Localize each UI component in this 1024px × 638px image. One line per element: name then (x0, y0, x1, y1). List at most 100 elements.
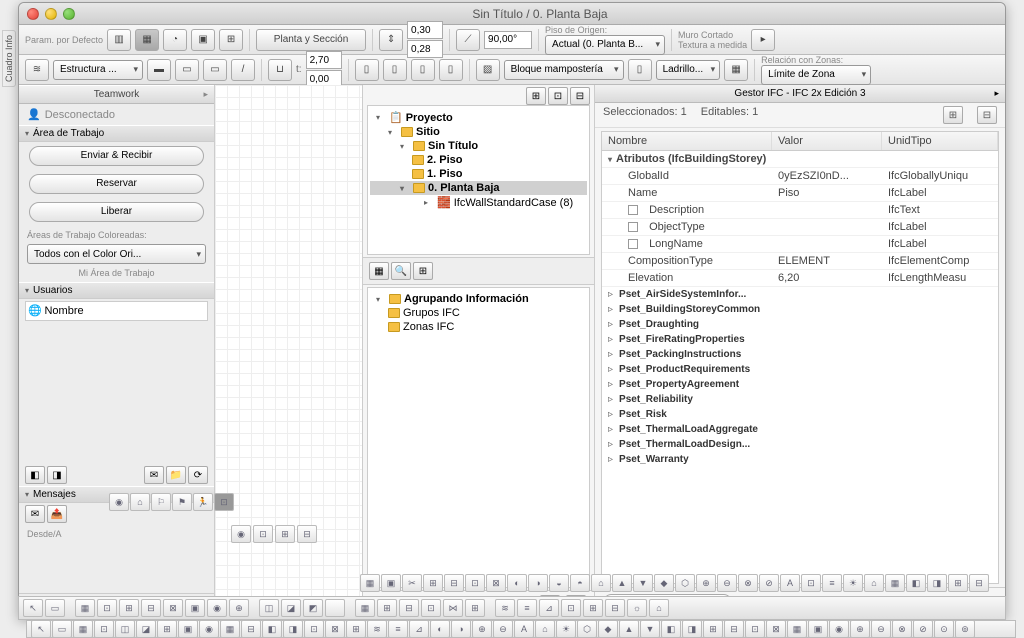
h1-icon[interactable]: ▬ (147, 59, 171, 81)
ft-c-icon[interactable]: ✂ (402, 574, 422, 592)
tree-piso2[interactable]: 2. Piso (370, 153, 587, 167)
ft-x-icon[interactable]: ☀ (843, 574, 863, 592)
b2-33-icon[interactable]: ⊟ (724, 620, 744, 638)
pset-1[interactable]: Pset_BuildingStoreyCommon (602, 302, 998, 317)
dim-top[interactable]: 0,30 (407, 21, 443, 39)
row-name[interactable]: NamePisoIfcLabel (602, 185, 998, 202)
row-objecttype[interactable]: ObjectTypeIfcLabel (602, 219, 998, 236)
block-dropdown[interactable]: Bloque mampostería (504, 60, 624, 80)
side-tab-info[interactable]: Cuadro Info (2, 30, 16, 87)
mat-icon[interactable]: ▯ (628, 59, 652, 81)
mt3-icon[interactable]: ⊟ (570, 87, 590, 105)
area-trabajo-header[interactable]: Área de Trabajo (19, 125, 214, 142)
b2-34-icon[interactable]: ⊡ (745, 620, 765, 638)
ft-u-icon[interactable]: A (780, 574, 800, 592)
b2-39-icon[interactable]: ⊕ (850, 620, 870, 638)
ft-ad-icon[interactable]: ⊟ (969, 574, 989, 592)
properties-table[interactable]: Nombre Valor UnidTipo ▾Atributos (IfcBui… (601, 131, 999, 584)
hatch-icon[interactable]: ▨ (476, 59, 500, 81)
rh1-icon[interactable]: ⊞ (943, 106, 963, 124)
v4-icon[interactable]: ⚑ (172, 493, 192, 511)
ft-y-icon[interactable]: ⌂ (864, 574, 884, 592)
col1-icon[interactable]: ▯ (355, 59, 379, 81)
bb-25-icon[interactable]: ☼ (627, 599, 647, 617)
v6-icon[interactable]: ⊡ (214, 493, 234, 511)
b2-27-icon[interactable]: ◆ (598, 620, 618, 638)
b2-02-icon[interactable]: ▦ (73, 620, 93, 638)
b2-14-icon[interactable]: ⊠ (325, 620, 345, 638)
bb-13-icon[interactable]: ▦ (355, 599, 375, 617)
h3-icon[interactable]: ▭ (203, 59, 227, 81)
pset-4[interactable]: Pset_PackingInstructions (602, 347, 998, 362)
bb-05-icon[interactable]: ⊠ (163, 599, 183, 617)
collapse-icon[interactable]: ▸ (751, 29, 775, 51)
sb2-icon[interactable]: ◨ (47, 466, 67, 484)
b2-18-icon[interactable]: ⊿ (409, 620, 429, 638)
angle-field[interactable]: 90,00° (484, 31, 532, 49)
ft-s-icon[interactable]: ⊗ (738, 574, 758, 592)
sb3-icon[interactable]: ✉ (144, 466, 164, 484)
b2-03-icon[interactable]: ⊡ (94, 620, 114, 638)
pset-7[interactable]: Pset_Reliability (602, 392, 998, 407)
row-description[interactable]: DescriptionIfcText (602, 202, 998, 219)
row-composition[interactable]: CompositionTypeELEMENTIfcElementComp (602, 253, 998, 270)
bb-14-icon[interactable]: ⊞ (377, 599, 397, 617)
row-longname[interactable]: LongNameIfcLabel (602, 236, 998, 253)
section-button[interactable]: Planta y Sección (256, 29, 366, 51)
ft-d-icon[interactable]: ⊞ (423, 574, 443, 592)
ft-p-icon[interactable]: ⬡ (675, 574, 695, 592)
b2-21-icon[interactable]: ⊕ (472, 620, 492, 638)
tree-sitio[interactable]: ▾Sitio (370, 125, 587, 139)
bb-12-icon[interactable] (325, 599, 345, 617)
teamwork-header[interactable]: Teamwork (19, 85, 214, 104)
ft-z-icon[interactable]: ▦ (885, 574, 905, 592)
bb-23-icon[interactable]: ⊞ (583, 599, 603, 617)
project-tree[interactable]: ▾📋Proyecto ▾Sitio ▾Sin Título 2. Piso 1.… (367, 105, 590, 255)
b2-43-icon[interactable]: ⊙ (934, 620, 954, 638)
ft-k-icon[interactable]: ◓ (570, 574, 590, 592)
tree-zonas[interactable]: Zonas IFC (370, 320, 587, 334)
grouping-tree[interactable]: ▾Agrupando Información Grupos IFC Zonas … (367, 287, 590, 588)
bb-07-icon[interactable]: ◉ (207, 599, 227, 617)
wall-height-icon[interactable]: ⊔ (268, 59, 292, 81)
b2-29-icon[interactable]: ▼ (640, 620, 660, 638)
b2-05-icon[interactable]: ◪ (136, 620, 156, 638)
close-icon[interactable] (27, 8, 39, 20)
ft-i-icon[interactable]: ◑ (528, 574, 548, 592)
tree-planta-baja[interactable]: ▾0. Planta Baja (370, 181, 587, 195)
b2-35-icon[interactable]: ⊠ (766, 620, 786, 638)
b2-30-icon[interactable]: ◧ (661, 620, 681, 638)
tree-agrupando[interactable]: ▾Agrupando Información (370, 292, 587, 306)
pset-9[interactable]: Pset_ThermalLoadAggregate (602, 422, 998, 437)
b2-24-icon[interactable]: ⌂ (535, 620, 555, 638)
b2-07-icon[interactable]: ▣ (178, 620, 198, 638)
b2-41-icon[interactable]: ⊗ (892, 620, 912, 638)
ft-q-icon[interactable]: ⊕ (696, 574, 716, 592)
bb-04-icon[interactable]: ⊟ (141, 599, 161, 617)
relacion-dropdown[interactable]: Límite de Zona (761, 65, 871, 85)
b2-23-icon[interactable]: A (514, 620, 534, 638)
piso-dropdown[interactable]: Actual (0. Planta B... (545, 35, 665, 55)
tool-e-icon[interactable]: ⊞ (219, 29, 243, 51)
bb-16-icon[interactable]: ⊡ (421, 599, 441, 617)
b2-04-icon[interactable]: ◫ (115, 620, 135, 638)
msg2-icon[interactable]: 📤 (47, 505, 67, 523)
layer-icon[interactable]: ≋ (25, 59, 49, 81)
bb-cursor-icon[interactable]: ↖ (23, 599, 43, 617)
zoom-icon[interactable] (63, 8, 75, 20)
b2-12-icon[interactable]: ◨ (283, 620, 303, 638)
tool-a-icon[interactable]: ▥ (107, 29, 131, 51)
bb-03-icon[interactable]: ⊞ (119, 599, 139, 617)
b2-26-icon[interactable]: ⬡ (577, 620, 597, 638)
pattern-icon[interactable]: ▦ (724, 59, 748, 81)
ft-a-icon[interactable]: ▦ (360, 574, 380, 592)
b2-38-icon[interactable]: ◉ (829, 620, 849, 638)
col-valor[interactable]: Valor (772, 132, 882, 150)
mt1-icon[interactable]: ⊞ (526, 87, 546, 105)
v2-icon[interactable]: ⌂ (130, 493, 150, 511)
rh2-icon[interactable]: ⊟ (977, 106, 997, 124)
tree-proyecto[interactable]: ▾📋Proyecto (370, 110, 587, 125)
b2-17-icon[interactable]: ≡ (388, 620, 408, 638)
col3-icon[interactable]: ▯ (411, 59, 435, 81)
v3-icon[interactable]: ⚐ (151, 493, 171, 511)
